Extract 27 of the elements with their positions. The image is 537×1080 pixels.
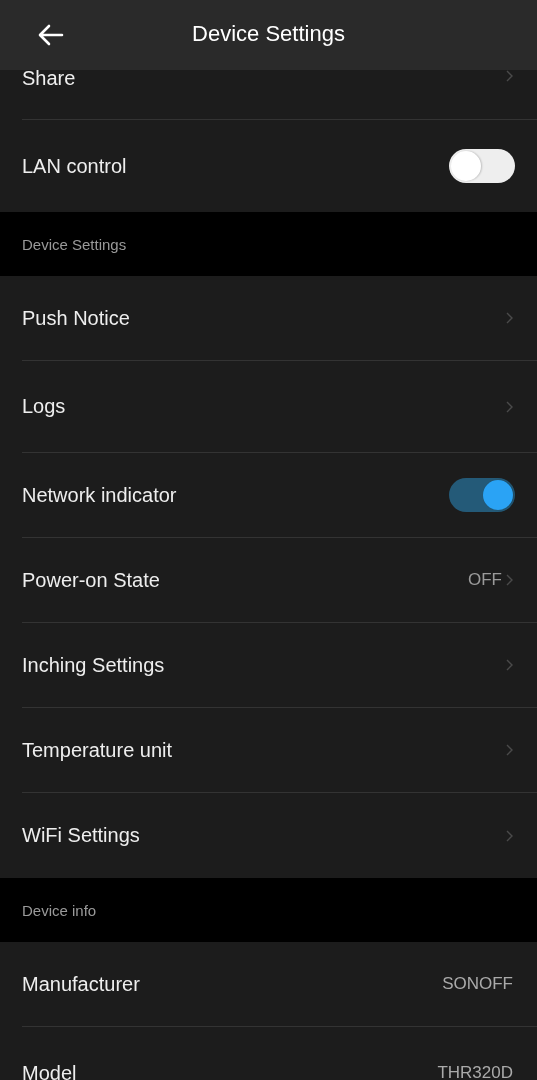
row-label: LAN control bbox=[22, 154, 127, 178]
screen-title: Device Settings bbox=[192, 21, 345, 47]
chevron-icon bbox=[506, 829, 513, 842]
row-label: Power-on State bbox=[22, 568, 160, 592]
row-label: WiFi Settings bbox=[22, 824, 140, 847]
chevron-icon bbox=[506, 312, 513, 324]
row-label: Share bbox=[22, 67, 76, 90]
row-label: Push Notice bbox=[22, 306, 130, 330]
section-title: Device Settings bbox=[22, 235, 127, 253]
chevron-icon bbox=[506, 659, 513, 671]
row-label: Model bbox=[22, 1061, 77, 1080]
back-arrow-icon[interactable] bbox=[38, 24, 64, 46]
row-label: Manufacturer bbox=[22, 972, 140, 996]
chevron-icon bbox=[506, 744, 513, 756]
row-label: Network indicator bbox=[22, 483, 177, 507]
row-label: Inching Settings bbox=[22, 653, 165, 677]
row-label: Logs bbox=[22, 395, 66, 418]
chevron-icon bbox=[506, 70, 513, 82]
chevron-icon bbox=[506, 574, 513, 586]
toggle-switch[interactable] bbox=[449, 478, 515, 512]
row-value: OFF bbox=[468, 570, 502, 590]
chevron-icon bbox=[506, 400, 513, 413]
row-value: SONOFF bbox=[442, 974, 513, 994]
row-label: Temperature unit bbox=[22, 738, 173, 762]
toggle-switch[interactable] bbox=[449, 149, 515, 183]
row-value: THR320D bbox=[437, 1063, 513, 1080]
section-title: Device info bbox=[22, 901, 97, 919]
